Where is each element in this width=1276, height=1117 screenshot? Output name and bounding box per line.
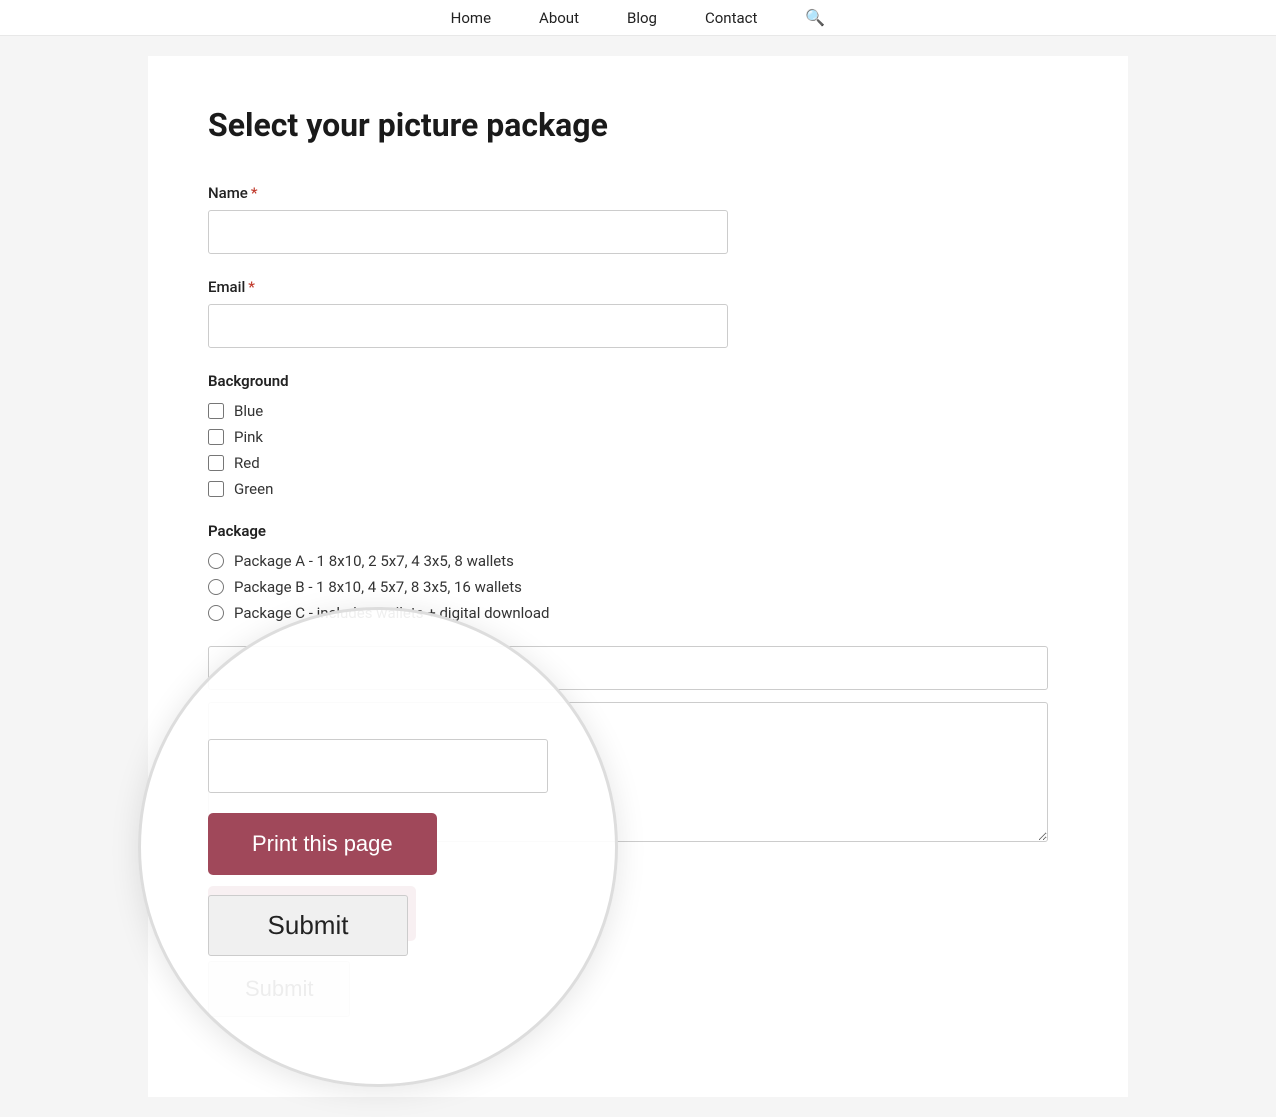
pkg-a-item[interactable]: Package A - 1 8x10, 2 5x7, 4 3x5, 8 wall… (208, 552, 1068, 570)
name-required-star: * (251, 184, 258, 202)
zoom-print-button[interactable]: Print this page (208, 813, 437, 875)
page-title: Select your picture package (208, 106, 1068, 144)
bg-pink-label: Pink (234, 428, 263, 446)
email-label: Email* (208, 278, 1068, 296)
main-nav: Home About Blog Contact 🔍 (0, 0, 1276, 36)
bg-red-item[interactable]: Red (208, 454, 1068, 472)
package-group: Package Package A - 1 8x10, 2 5x7, 4 3x5… (208, 522, 1068, 622)
name-field-group: Name* (208, 184, 1068, 254)
zoom-submit-button[interactable]: Submit (208, 895, 408, 956)
pkg-c-radio[interactable] (208, 605, 224, 621)
bg-pink-item[interactable]: Pink (208, 428, 1068, 446)
pkg-a-radio[interactable] (208, 553, 224, 569)
extra-input[interactable] (208, 646, 1048, 690)
pkg-b-label: Package B - 1 8x10, 4 5x7, 8 3x5, 16 wal… (234, 578, 522, 596)
bg-pink-checkbox[interactable] (208, 429, 224, 445)
name-label: Name* (208, 184, 1068, 202)
zoom-extra-input[interactable] (208, 739, 548, 793)
pkg-b-item[interactable]: Package B - 1 8x10, 4 5x7, 8 3x5, 16 wal… (208, 578, 1068, 596)
email-field-group: Email* (208, 278, 1068, 348)
background-group: Background Blue Pink Red Green (208, 372, 1068, 498)
background-label: Background (208, 372, 1068, 390)
bg-blue-item[interactable]: Blue (208, 402, 1068, 420)
bg-blue-checkbox[interactable] (208, 403, 224, 419)
pkg-c-label: Package C - includes wallets + digital d… (234, 604, 549, 622)
pkg-b-radio[interactable] (208, 579, 224, 595)
bg-green-item[interactable]: Green (208, 480, 1068, 498)
nav-about[interactable]: About (539, 9, 579, 27)
bg-red-checkbox[interactable] (208, 455, 224, 471)
zoom-inner-content: Print this page Submit (148, 699, 608, 996)
bg-green-label: Green (234, 480, 273, 498)
pkg-a-label: Package A - 1 8x10, 2 5x7, 4 3x5, 8 wall… (234, 552, 514, 570)
page-wrapper: Select your picture package Name* Email*… (68, 56, 1208, 1097)
nav-blog[interactable]: Blog (627, 9, 657, 27)
background-checkboxes: Blue Pink Red Green (208, 402, 1068, 498)
email-input[interactable] (208, 304, 728, 348)
name-input[interactable] (208, 210, 728, 254)
bg-blue-label: Blue (234, 402, 263, 420)
package-radios: Package A - 1 8x10, 2 5x7, 4 3x5, 8 wall… (208, 552, 1068, 622)
nav-home[interactable]: Home (451, 9, 491, 27)
bg-red-label: Red (234, 454, 260, 472)
package-label: Package (208, 522, 1068, 540)
content-card: Select your picture package Name* Email*… (148, 56, 1128, 1097)
email-required-star: * (248, 278, 255, 296)
search-icon[interactable]: 🔍 (805, 8, 825, 27)
pkg-c-item[interactable]: Package C - includes wallets + digital d… (208, 604, 1068, 622)
nav-contact[interactable]: Contact (705, 9, 757, 27)
bg-green-checkbox[interactable] (208, 481, 224, 497)
